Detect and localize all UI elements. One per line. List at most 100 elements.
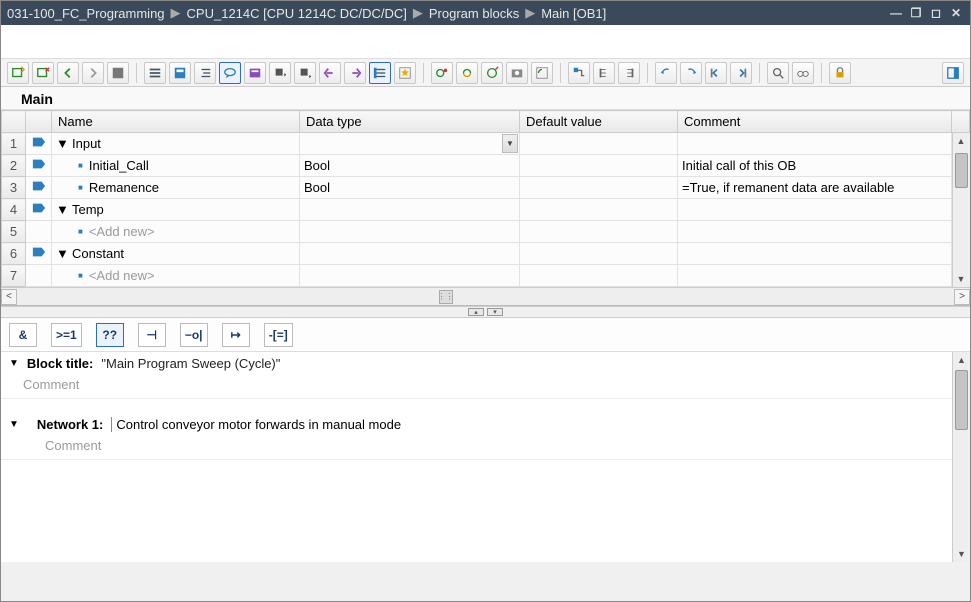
network-row[interactable]: ▼ Network 1: (1, 413, 970, 436)
default-cell[interactable] (520, 177, 678, 199)
and-box-button[interactable]: & (9, 323, 37, 347)
struct-left-button[interactable] (593, 62, 615, 84)
editor-vertical-scrollbar[interactable]: ▲ ▼ (952, 352, 970, 562)
panel-toggle-button[interactable] (942, 62, 964, 84)
splitter-bar[interactable]: ▴ ▾ (1, 306, 970, 318)
indent-button[interactable] (194, 62, 216, 84)
datatype-cell[interactable]: Bool (300, 177, 520, 199)
go-online-button[interactable] (431, 62, 453, 84)
table-row[interactable]: 4 ▼Temp (2, 199, 970, 221)
comment-cell[interactable] (678, 221, 952, 243)
snapshot-button[interactable] (506, 62, 528, 84)
empty-box-button[interactable]: ?? (96, 323, 124, 347)
add-new-placeholder[interactable]: <Add new> (89, 224, 155, 239)
comment-cell[interactable] (678, 133, 952, 155)
default-cell[interactable] (520, 199, 678, 221)
scroll-thumb[interactable] (955, 370, 968, 430)
collapse-icon[interactable]: ▼ (56, 246, 66, 261)
scroll-down-icon[interactable]: ▼ (953, 271, 970, 287)
no-contact-button[interactable]: ⊣ (138, 323, 166, 347)
struct-right-button[interactable] (618, 62, 640, 84)
close-button[interactable]: ✕ (948, 6, 964, 20)
insert-network-button[interactable] (7, 62, 29, 84)
restore-button[interactable]: ❐ (908, 6, 924, 20)
col-comment[interactable]: Comment (678, 111, 952, 133)
comment-cell[interactable]: Initial call of this OB (678, 155, 952, 177)
default-cell[interactable] (520, 155, 678, 177)
collapse-icon[interactable]: ▼ (56, 202, 66, 217)
branch-button[interactable]: ↦ (222, 323, 250, 347)
table-row[interactable]: 2 ■Initial_Call Bool Initial call of thi… (2, 155, 970, 177)
undo-button[interactable] (655, 62, 677, 84)
datatype-cell[interactable] (300, 265, 520, 287)
table-row[interactable]: 1 ▼Input ▼ ▲ ▼ (2, 133, 970, 155)
grid-horizontal-scrollbar[interactable]: < ⋮⋮ > (1, 287, 970, 305)
network-comment[interactable]: Comment (1, 436, 970, 460)
table-row[interactable]: 5 ■<Add new> (2, 221, 970, 243)
table-row[interactable]: 6 ▼Constant (2, 243, 970, 265)
call-structure-button[interactable] (568, 62, 590, 84)
nc-contact-button[interactable]: −o| (180, 323, 208, 347)
collapse-icon[interactable]: ▼ (9, 419, 19, 430)
scroll-right-icon[interactable]: > (954, 289, 970, 305)
sync-button[interactable] (531, 62, 553, 84)
breadcrumb-project[interactable]: 031-100_FC_Programming (7, 6, 165, 21)
datatype-cell[interactable]: Bool (300, 155, 520, 177)
favorites-button[interactable] (394, 62, 416, 84)
breadcrumb-cpu[interactable]: CPU_1214C [CPU 1214C DC/DC/DC] (187, 6, 407, 21)
search-button[interactable] (767, 62, 789, 84)
comment-cell[interactable] (678, 265, 952, 287)
tool-button[interactable] (107, 62, 129, 84)
scroll-thumb[interactable] (955, 153, 968, 188)
redo-button[interactable] (680, 62, 702, 84)
maximize-button[interactable]: ◻ (928, 6, 944, 20)
minimize-button[interactable]: — (888, 6, 904, 20)
block-title-row[interactable]: ▼ Block title: "Main Program Sweep (Cycl… (1, 352, 970, 375)
table-row[interactable]: 3 ■Remanence Bool =True, if remanent dat… (2, 177, 970, 199)
block-view-button[interactable] (169, 62, 191, 84)
comment-cell[interactable]: =True, if remanent data are available (678, 177, 952, 199)
collapse-icon[interactable]: ▼ (9, 358, 19, 369)
nav-right-button[interactable] (344, 62, 366, 84)
col-datatype[interactable]: Data type (300, 111, 520, 133)
splitter-up-icon[interactable]: ▴ (468, 308, 484, 316)
comment-cell[interactable] (678, 199, 952, 221)
col-name[interactable]: Name (52, 111, 300, 133)
table-row[interactable]: 7 ■<Add new> (2, 265, 970, 287)
glasses-button[interactable] (792, 62, 814, 84)
scroll-left-icon[interactable]: < (1, 289, 17, 305)
col-default[interactable]: Default value (520, 111, 678, 133)
nav-back-button[interactable] (57, 62, 79, 84)
datatype-cell[interactable]: ▼ (300, 133, 520, 155)
default-cell[interactable] (520, 243, 678, 265)
block-title-value[interactable]: "Main Program Sweep (Cycle)" (101, 356, 280, 371)
splitter-down-icon[interactable]: ▾ (487, 308, 503, 316)
nav-forward-button[interactable] (82, 62, 104, 84)
abs-toggle-button[interactable] (369, 62, 391, 84)
comment-cell[interactable] (678, 243, 952, 265)
nav-left-button[interactable] (319, 62, 341, 84)
scroll-down-icon[interactable]: ▼ (953, 546, 970, 562)
block-comment[interactable]: Comment (1, 375, 970, 399)
scroll-up-icon[interactable]: ▲ (953, 133, 970, 149)
default-cell[interactable] (520, 265, 678, 287)
upload-button[interactable] (294, 62, 316, 84)
delete-network-button[interactable] (32, 62, 54, 84)
list-view-button[interactable] (144, 62, 166, 84)
grid-vertical-scrollbar[interactable]: ▲ ▼ (952, 133, 970, 287)
collapse-icon[interactable]: ▼ (56, 136, 66, 151)
datatype-cell[interactable] (300, 199, 520, 221)
step-next-button[interactable] (730, 62, 752, 84)
breadcrumb-block[interactable]: Main [OB1] (541, 6, 606, 21)
monitor-button[interactable] (481, 62, 503, 84)
datatype-cell[interactable] (300, 243, 520, 265)
download-button[interactable] (269, 62, 291, 84)
add-new-placeholder[interactable]: <Add new> (89, 268, 155, 283)
default-cell[interactable] (520, 133, 678, 155)
lock-button[interactable] (829, 62, 851, 84)
network-title-input[interactable] (111, 417, 962, 432)
comment-toggle-button[interactable] (219, 62, 241, 84)
default-cell[interactable] (520, 221, 678, 243)
dropdown-icon[interactable]: ▼ (502, 134, 518, 153)
step-prev-button[interactable] (705, 62, 727, 84)
